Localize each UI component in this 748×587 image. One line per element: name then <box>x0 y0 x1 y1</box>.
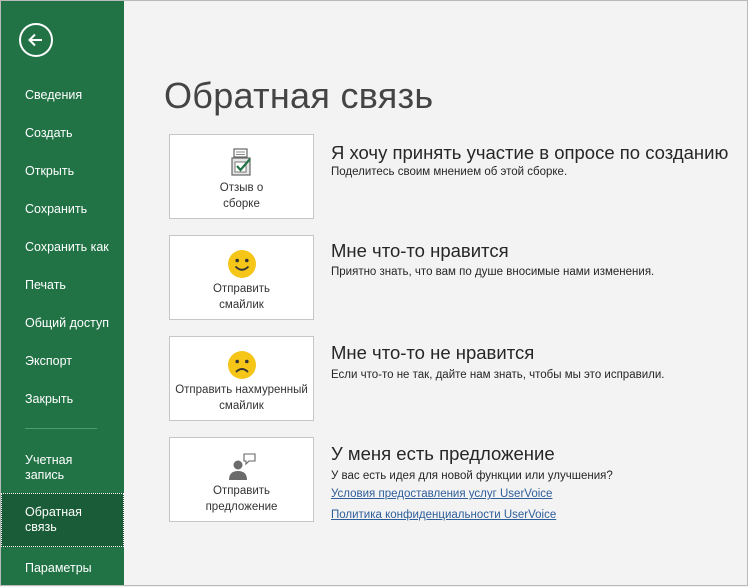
sidebar-item-export[interactable]: Экспорт <box>1 342 124 380</box>
sidebar-item-label: Параметры <box>25 560 92 575</box>
sidebar-item-label: Печать <box>25 277 66 292</box>
back-arrow-icon <box>28 33 42 47</box>
send-suggestion-tile[interactable]: Отправить предложение <box>169 437 314 522</box>
sidebar-item-feedback[interactable]: Обратная связь <box>1 493 124 547</box>
section-description: У вас есть идея для новой функции или ул… <box>331 470 613 482</box>
sidebar-item-label: Создать <box>25 125 73 140</box>
sidebar-item-new[interactable]: Создать <box>1 114 124 152</box>
tile-label: Отправить нахмуренный смайлик <box>175 384 308 412</box>
sidebar-item-print[interactable]: Печать <box>1 266 124 304</box>
sidebar-item-label: Сведения <box>25 87 83 102</box>
back-button[interactable] <box>19 23 53 57</box>
sidebar-item-label: Сохранить как <box>25 239 109 254</box>
section-title: Мне что-то не нравится <box>331 342 535 363</box>
sidebar-item-label: Экспорт <box>25 353 72 368</box>
sidebar-item-info[interactable]: Сведения <box>1 76 124 114</box>
sidebar-item-label: Общий доступ <box>25 315 109 330</box>
smile-icon <box>228 250 256 278</box>
sidebar-item-label: Обратная связь <box>25 505 82 534</box>
uservoice-terms-link[interactable]: Условия предоставления услуг UserVoice <box>331 487 552 502</box>
sidebar-item-open[interactable]: Открыть <box>1 152 124 190</box>
sidebar-item-save[interactable]: Сохранить <box>1 190 124 228</box>
sidebar-item-label: Открыть <box>25 163 75 178</box>
section-description: Если что-то не так, дайте нам знать, что… <box>331 369 665 381</box>
sidebar-item-label: Учетная запись <box>25 453 73 482</box>
sidebar-item-label: Закрыть <box>25 391 74 406</box>
person-speech-icon <box>229 453 256 480</box>
sidebar-item-share[interactable]: Общий доступ <box>1 304 124 342</box>
section-title: Я хочу принять участие в опросе по созда… <box>331 142 729 163</box>
sidebar-item-close[interactable]: Закрыть <box>1 380 124 418</box>
send-smile-tile[interactable]: Отправить смайлик <box>169 235 314 320</box>
sidebar-item-save-as[interactable]: Сохранить как <box>1 228 124 266</box>
sidebar-item-label: Сохранить <box>25 201 88 216</box>
tile-label: Отправить смайлик <box>212 283 271 311</box>
tile-label: Отзыв о сборке <box>219 182 264 210</box>
send-frown-tile[interactable]: Отправить нахмуренный смайлик <box>169 336 314 421</box>
section-description: Поделитесь своим мнением об этой сборке. <box>331 166 568 178</box>
uservoice-privacy-link[interactable]: Политика конфиденциальности UserVoice <box>331 508 556 523</box>
backstage-sidebar: Сведения Создать Открыть Сохранить Сохра… <box>1 1 124 585</box>
sidebar-divider <box>25 428 97 429</box>
frown-icon <box>228 351 256 379</box>
section-description: Приятно знать, что вам по душе вносимые … <box>331 266 655 278</box>
page-title: Обратная связь <box>164 75 434 116</box>
section-title: У меня есть предложение <box>331 443 555 464</box>
section-title: Мне что-то нравится <box>331 240 509 261</box>
sidebar-item-account[interactable]: Учетная запись <box>1 446 124 490</box>
survey-checkbox-icon <box>231 148 251 176</box>
tile-label: Отправить предложение <box>205 485 278 513</box>
sidebar-item-options[interactable]: Параметры <box>1 549 124 587</box>
build-feedback-tile[interactable]: Отзыв о сборке <box>169 134 314 219</box>
